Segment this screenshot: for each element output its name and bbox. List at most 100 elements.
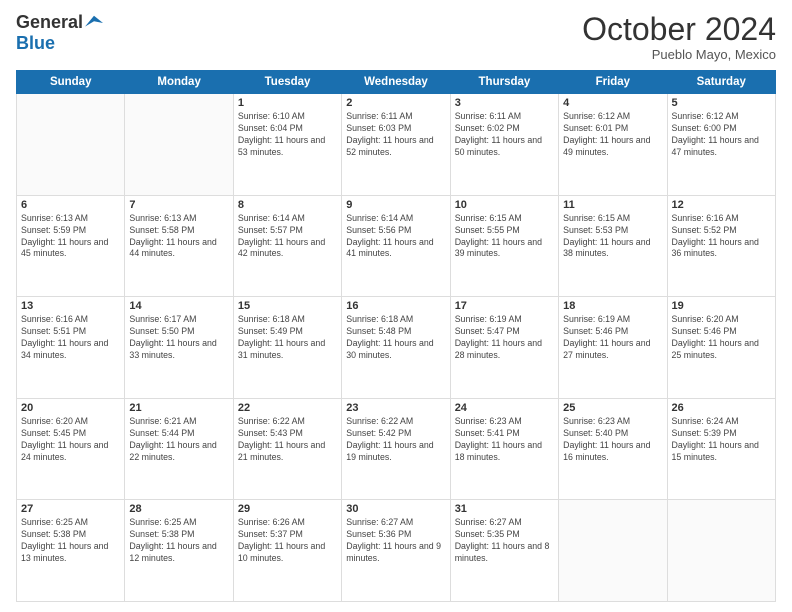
calendar-header: SundayMondayTuesdayWednesdayThursdayFrid… bbox=[17, 71, 776, 94]
calendar-cell: 4 Sunrise: 6:12 AM Sunset: 6:01 PM Daylig… bbox=[559, 94, 667, 196]
day-of-week-monday: Monday bbox=[125, 71, 233, 94]
day-info: Sunrise: 6:18 AM Sunset: 5:49 PM Dayligh… bbox=[238, 314, 337, 362]
day-of-week-friday: Friday bbox=[559, 71, 667, 94]
day-info: Sunrise: 6:13 AM Sunset: 5:58 PM Dayligh… bbox=[129, 213, 228, 261]
day-of-week-tuesday: Tuesday bbox=[233, 71, 341, 94]
day-info: Sunrise: 6:15 AM Sunset: 5:55 PM Dayligh… bbox=[455, 213, 554, 261]
calendar-cell: 15 Sunrise: 6:18 AM Sunset: 5:49 PM Dayli… bbox=[233, 297, 341, 399]
calendar-cell: 29 Sunrise: 6:26 AM Sunset: 5:37 PM Dayli… bbox=[233, 500, 341, 602]
day-number: 25 bbox=[563, 402, 662, 414]
day-info: Sunrise: 6:27 AM Sunset: 5:36 PM Dayligh… bbox=[346, 517, 445, 565]
day-of-week-sunday: Sunday bbox=[17, 71, 125, 94]
calendar-cell: 22 Sunrise: 6:22 AM Sunset: 5:43 PM Dayli… bbox=[233, 398, 341, 500]
week-row-3: 13Sunrise: 6:16 AM Sunset: 5:51 PM Dayli… bbox=[17, 297, 776, 399]
calendar-cell: 11Sunrise: 6:15 AM Sunset: 5:53 PM Dayli… bbox=[559, 195, 667, 297]
calendar-cell bbox=[17, 94, 125, 196]
day-info: Sunrise: 6:16 AM Sunset: 5:52 PM Dayligh… bbox=[672, 213, 771, 261]
calendar-body: 1 Sunrise: 6:10 AM Sunset: 6:04 PM Daylig… bbox=[17, 94, 776, 602]
calendar-cell: 21 Sunrise: 6:21 AM Sunset: 5:44 PM Dayli… bbox=[125, 398, 233, 500]
day-number: 1 bbox=[238, 97, 337, 109]
day-info: Sunrise: 6:21 AM Sunset: 5:44 PM Dayligh… bbox=[129, 416, 228, 464]
subtitle: Pueblo Mayo, Mexico bbox=[582, 47, 776, 62]
calendar-cell: 10 Sunrise: 6:15 AM Sunset: 5:55 PM Dayli… bbox=[450, 195, 558, 297]
day-number: 19 bbox=[672, 300, 771, 312]
day-number: 7 bbox=[129, 199, 228, 211]
day-number: 8 bbox=[238, 199, 337, 211]
calendar-cell: 6 Sunrise: 6:13 AM Sunset: 5:59 PM Daylig… bbox=[17, 195, 125, 297]
calendar-cell: 17Sunrise: 6:19 AM Sunset: 5:47 PM Dayli… bbox=[450, 297, 558, 399]
day-info: Sunrise: 6:27 AM Sunset: 5:35 PM Dayligh… bbox=[455, 517, 554, 565]
logo: General Blue bbox=[16, 12, 103, 54]
calendar-cell: 31Sunrise: 6:27 AM Sunset: 5:35 PM Dayli… bbox=[450, 500, 558, 602]
day-info: Sunrise: 6:20 AM Sunset: 5:45 PM Dayligh… bbox=[21, 416, 120, 464]
day-info: Sunrise: 6:22 AM Sunset: 5:43 PM Dayligh… bbox=[238, 416, 337, 464]
day-info: Sunrise: 6:19 AM Sunset: 5:47 PM Dayligh… bbox=[455, 314, 554, 362]
day-number: 29 bbox=[238, 503, 337, 515]
calendar-cell: 25 Sunrise: 6:23 AM Sunset: 5:40 PM Dayli… bbox=[559, 398, 667, 500]
calendar-cell: 30 Sunrise: 6:27 AM Sunset: 5:36 PM Dayli… bbox=[342, 500, 450, 602]
calendar-cell: 12Sunrise: 6:16 AM Sunset: 5:52 PM Dayli… bbox=[667, 195, 775, 297]
calendar-cell: 3 Sunrise: 6:11 AM Sunset: 6:02 PM Daylig… bbox=[450, 94, 558, 196]
day-number: 14 bbox=[129, 300, 228, 312]
day-number: 18 bbox=[563, 300, 662, 312]
day-number: 30 bbox=[346, 503, 445, 515]
day-of-week-wednesday: Wednesday bbox=[342, 71, 450, 94]
day-of-week-saturday: Saturday bbox=[667, 71, 775, 94]
day-number: 4 bbox=[563, 97, 662, 109]
logo-general: General bbox=[16, 12, 83, 33]
week-row-4: 20 Sunrise: 6:20 AM Sunset: 5:45 PM Dayli… bbox=[17, 398, 776, 500]
calendar-cell: 23Sunrise: 6:22 AM Sunset: 5:42 PM Dayli… bbox=[342, 398, 450, 500]
day-info: Sunrise: 6:24 AM Sunset: 5:39 PM Dayligh… bbox=[672, 416, 771, 464]
day-info: Sunrise: 6:14 AM Sunset: 5:57 PM Dayligh… bbox=[238, 213, 337, 261]
day-info: Sunrise: 6:26 AM Sunset: 5:37 PM Dayligh… bbox=[238, 517, 337, 565]
calendar-cell: 24Sunrise: 6:23 AM Sunset: 5:41 PM Dayli… bbox=[450, 398, 558, 500]
days-of-week-row: SundayMondayTuesdayWednesdayThursdayFrid… bbox=[17, 71, 776, 94]
day-info: Sunrise: 6:11 AM Sunset: 6:02 PM Dayligh… bbox=[455, 111, 554, 159]
day-info: Sunrise: 6:25 AM Sunset: 5:38 PM Dayligh… bbox=[129, 517, 228, 565]
calendar-cell bbox=[559, 500, 667, 602]
day-info: Sunrise: 6:11 AM Sunset: 6:03 PM Dayligh… bbox=[346, 111, 445, 159]
week-row-5: 27 Sunrise: 6:25 AM Sunset: 5:38 PM Dayli… bbox=[17, 500, 776, 602]
calendar-cell bbox=[125, 94, 233, 196]
logo-bird-icon bbox=[85, 14, 103, 32]
day-info: Sunrise: 6:18 AM Sunset: 5:48 PM Dayligh… bbox=[346, 314, 445, 362]
day-number: 9 bbox=[346, 199, 445, 211]
day-number: 27 bbox=[21, 503, 120, 515]
day-number: 21 bbox=[129, 402, 228, 414]
calendar-cell: 5Sunrise: 6:12 AM Sunset: 6:00 PM Daylig… bbox=[667, 94, 775, 196]
calendar-cell: 9 Sunrise: 6:14 AM Sunset: 5:56 PM Daylig… bbox=[342, 195, 450, 297]
day-number: 10 bbox=[455, 199, 554, 211]
day-info: Sunrise: 6:23 AM Sunset: 5:41 PM Dayligh… bbox=[455, 416, 554, 464]
day-number: 23 bbox=[346, 402, 445, 414]
day-info: Sunrise: 6:12 AM Sunset: 6:01 PM Dayligh… bbox=[563, 111, 662, 159]
day-number: 2 bbox=[346, 97, 445, 109]
calendar-table: SundayMondayTuesdayWednesdayThursdayFrid… bbox=[16, 70, 776, 602]
day-info: Sunrise: 6:14 AM Sunset: 5:56 PM Dayligh… bbox=[346, 213, 445, 261]
day-number: 13 bbox=[21, 300, 120, 312]
day-number: 20 bbox=[21, 402, 120, 414]
header: General Blue October 2024 Pueblo Mayo, M… bbox=[16, 12, 776, 62]
title-area: October 2024 Pueblo Mayo, Mexico bbox=[582, 12, 776, 62]
day-number: 26 bbox=[672, 402, 771, 414]
day-info: Sunrise: 6:12 AM Sunset: 6:00 PM Dayligh… bbox=[672, 111, 771, 159]
day-info: Sunrise: 6:23 AM Sunset: 5:40 PM Dayligh… bbox=[563, 416, 662, 464]
day-number: 16 bbox=[346, 300, 445, 312]
day-number: 3 bbox=[455, 97, 554, 109]
calendar-cell: 7 Sunrise: 6:13 AM Sunset: 5:58 PM Daylig… bbox=[125, 195, 233, 297]
day-number: 6 bbox=[21, 199, 120, 211]
day-info: Sunrise: 6:10 AM Sunset: 6:04 PM Dayligh… bbox=[238, 111, 337, 159]
day-info: Sunrise: 6:20 AM Sunset: 5:46 PM Dayligh… bbox=[672, 314, 771, 362]
page-container: General Blue October 2024 Pueblo Mayo, M… bbox=[0, 0, 792, 612]
day-number: 22 bbox=[238, 402, 337, 414]
day-number: 15 bbox=[238, 300, 337, 312]
calendar-cell: 1 Sunrise: 6:10 AM Sunset: 6:04 PM Daylig… bbox=[233, 94, 341, 196]
day-number: 28 bbox=[129, 503, 228, 515]
day-info: Sunrise: 6:15 AM Sunset: 5:53 PM Dayligh… bbox=[563, 213, 662, 261]
logo-blue: Blue bbox=[16, 33, 55, 54]
calendar-cell: 19 Sunrise: 6:20 AM Sunset: 5:46 PM Dayli… bbox=[667, 297, 775, 399]
calendar-cell: 28 Sunrise: 6:25 AM Sunset: 5:38 PM Dayli… bbox=[125, 500, 233, 602]
month-title: October 2024 bbox=[582, 12, 776, 47]
day-info: Sunrise: 6:13 AM Sunset: 5:59 PM Dayligh… bbox=[21, 213, 120, 261]
day-info: Sunrise: 6:25 AM Sunset: 5:38 PM Dayligh… bbox=[21, 517, 120, 565]
calendar-cell bbox=[667, 500, 775, 602]
